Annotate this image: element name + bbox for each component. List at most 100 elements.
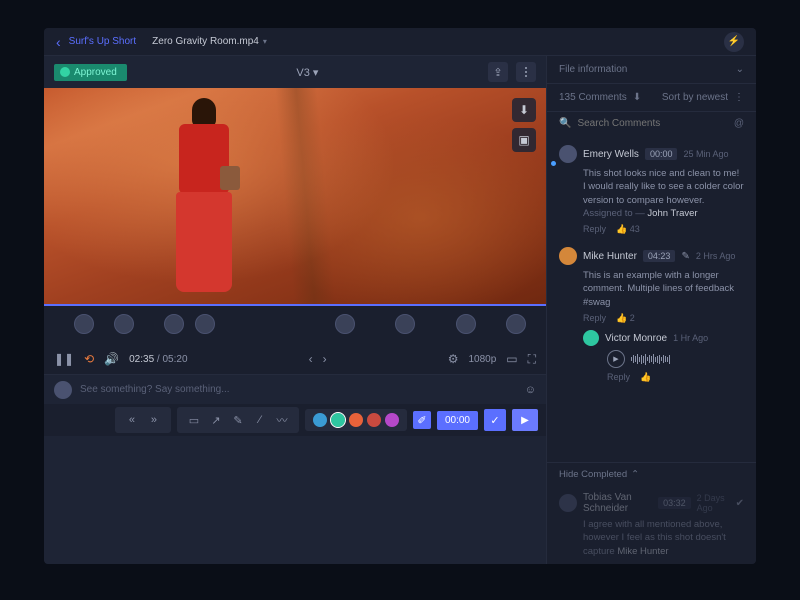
filename: Zero Gravity Room.mp4: [152, 36, 259, 47]
comment-body: This is an example with a longer comment…: [559, 269, 744, 309]
file-info-section[interactable]: File information ⌄: [547, 56, 756, 84]
video-toolbar: Approved V3 ▾ ⇪: [44, 56, 546, 88]
avatar: [559, 145, 577, 163]
comment-author: Emery Wells: [583, 149, 639, 160]
arrow-tool[interactable]: ↗: [207, 411, 225, 429]
waveform: [631, 354, 670, 365]
more-icon[interactable]: [516, 62, 536, 82]
main-panel: Approved V3 ▾ ⇪ ⬇ ▣: [44, 56, 546, 564]
comment-ago: 1 Hr Ago: [673, 333, 708, 343]
status-badge[interactable]: Approved: [54, 64, 127, 81]
comment-body: I agree with all mentioned above, howeve…: [559, 518, 744, 558]
comment-item[interactable]: Mike Hunter 04:23 ✎ 2 Hrs Ago This is an…: [547, 241, 756, 389]
confirm-button[interactable]: ✓: [484, 409, 506, 431]
comment-count: 135 Comments: [559, 92, 627, 103]
pen-icon: ✎: [681, 251, 689, 262]
download-frame-icon[interactable]: ⬇: [512, 98, 536, 122]
search-row: 🔍 @: [547, 112, 756, 135]
play-icon[interactable]: ▶: [607, 350, 625, 368]
reply-button[interactable]: Reply: [583, 224, 606, 235]
prev-icon[interactable]: ‹: [309, 352, 313, 366]
like-button[interactable]: 👍 2: [616, 313, 635, 324]
forward-icon[interactable]: »: [145, 411, 163, 429]
comment-item[interactable]: Emery Wells 00:00 25 Min Ago This shot l…: [547, 139, 756, 241]
comment-author: Tobias Van Schneider: [583, 492, 652, 514]
avatar: [583, 330, 599, 346]
completed-comment[interactable]: Tobias Van Schneider 03:32 2 Days Ago ✔ …: [547, 486, 756, 564]
share-icon[interactable]: ⇪: [488, 62, 508, 82]
reply-button[interactable]: Reply: [583, 313, 606, 324]
annotation-toolbar: « » ▭ ↗ ✎ ⁄ 〰 ✐ 00:00: [44, 404, 546, 436]
comment-ago: 2 Days Ago: [697, 493, 730, 513]
send-button[interactable]: ▶: [512, 409, 538, 431]
search-input[interactable]: [577, 118, 727, 129]
comment-author: Victor Monroe: [605, 333, 667, 344]
body: Approved V3 ▾ ⇪ ⬇ ▣: [44, 56, 756, 564]
sort-selector[interactable]: Sort by newest: [662, 92, 728, 103]
video-viewport[interactable]: ⬇ ▣: [44, 88, 546, 304]
pip-icon[interactable]: ▭: [506, 352, 517, 366]
chevron-up-icon: ⌃: [631, 469, 639, 480]
avatar: [54, 381, 72, 399]
color-swatch[interactable]: [349, 413, 363, 427]
comment-ago: 2 Hrs Ago: [696, 251, 736, 261]
comment-timecode[interactable]: 04:23: [643, 250, 676, 262]
video-content: [164, 98, 244, 298]
color-swatch[interactable]: [331, 413, 345, 427]
gear-icon[interactable]: ⚙: [448, 352, 459, 366]
audio-comment[interactable]: ▶: [583, 350, 744, 368]
timeline-marker[interactable]: [74, 314, 94, 334]
fullscreen-icon[interactable]: ⛶: [528, 352, 536, 367]
app-window: ‹ Surf's Up Short Zero Gravity Room.mp4 …: [44, 28, 756, 564]
more-icon[interactable]: ⋮: [734, 92, 744, 103]
chevron-down-icon: ⌄: [736, 64, 744, 75]
timeline-marker[interactable]: [395, 314, 415, 334]
back-icon[interactable]: ‹: [56, 34, 61, 50]
timeline-marker[interactable]: [506, 314, 526, 334]
color-swatch[interactable]: [367, 413, 381, 427]
bolt-icon[interactable]: ⚡: [724, 32, 744, 52]
pause-icon[interactable]: ❚❚: [54, 352, 74, 366]
chevron-down-icon: ▾: [313, 67, 319, 79]
timeline-marker[interactable]: [164, 314, 184, 334]
loop-icon[interactable]: ⟲: [84, 352, 94, 366]
check-icon: ✔: [736, 498, 744, 509]
timeline[interactable]: [44, 304, 546, 344]
breadcrumb[interactable]: Surf's Up Short: [69, 36, 137, 47]
color-swatch[interactable]: [385, 413, 399, 427]
header-bar: ‹ Surf's Up Short Zero Gravity Room.mp4 …: [44, 28, 756, 56]
timeline-marker[interactable]: [114, 314, 134, 334]
download-icon[interactable]: ⬇: [633, 92, 641, 103]
avatar: [559, 494, 577, 512]
comment-input[interactable]: See something? Say something...: [80, 384, 517, 395]
time-current: 02:35: [129, 354, 154, 365]
search-icon: 🔍: [559, 118, 571, 129]
brush-tool[interactable]: 〰: [273, 411, 291, 429]
emoji-icon[interactable]: ☺: [525, 384, 536, 396]
hide-completed-toggle[interactable]: Hide Completed⌃: [547, 462, 756, 486]
volume-icon[interactable]: 🔊: [104, 352, 119, 366]
annotation-timecode[interactable]: 00:00: [437, 411, 478, 430]
timeline-marker[interactable]: [456, 314, 476, 334]
comments-list: Emery Wells 00:00 25 Min Ago This shot l…: [547, 135, 756, 462]
timeline-marker[interactable]: [335, 314, 355, 334]
pen-tool[interactable]: ✎: [229, 411, 247, 429]
line-tool[interactable]: ⁄: [251, 411, 269, 429]
like-button[interactable]: 👍: [640, 372, 651, 383]
brush-active[interactable]: ✐: [413, 411, 431, 429]
mention-icon[interactable]: @: [734, 118, 744, 129]
like-button[interactable]: 👍 43: [616, 224, 640, 235]
comment-timecode[interactable]: 00:00: [645, 148, 678, 160]
color-swatch[interactable]: [313, 413, 327, 427]
chevron-down-icon[interactable]: ▾: [263, 37, 267, 46]
playback-controls: ❚❚ ⟲ 🔊 02:35 / 05:20 ‹ › ⚙ 1080p ▭ ⛶: [44, 344, 546, 374]
quality-label[interactable]: 1080p: [468, 354, 496, 365]
comment-reply: Victor Monroe 1 Hr Ago ▶ Reply 👍: [583, 330, 744, 383]
image-icon[interactable]: ▣: [512, 128, 536, 152]
next-icon[interactable]: ›: [323, 352, 327, 366]
rewind-icon[interactable]: «: [123, 411, 141, 429]
rect-tool[interactable]: ▭: [185, 411, 203, 429]
version-selector[interactable]: V3 ▾: [296, 66, 318, 79]
reply-button[interactable]: Reply: [607, 372, 630, 383]
timeline-marker[interactable]: [195, 314, 215, 334]
